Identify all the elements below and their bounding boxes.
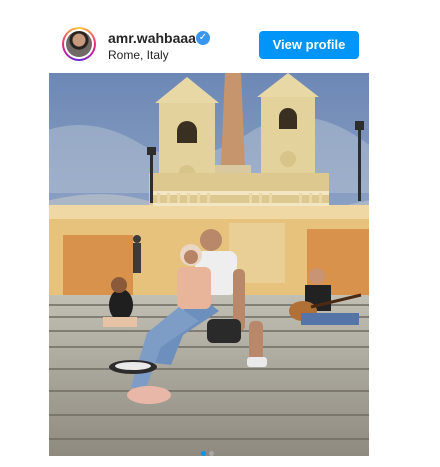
photo-scene (49, 73, 369, 456)
avatar[interactable] (62, 27, 96, 61)
carousel-indicator (201, 451, 217, 457)
carousel-dot (209, 451, 214, 456)
verified-badge-icon: ✓ (196, 31, 210, 45)
avatar-image (66, 31, 92, 57)
carousel-dot-active (201, 451, 206, 456)
post-photo[interactable] (49, 73, 369, 456)
location-link[interactable]: Rome, Italy (108, 48, 169, 62)
username-link[interactable]: amr.wahbaaa (108, 30, 196, 46)
view-profile-button[interactable]: View profile (259, 31, 359, 59)
